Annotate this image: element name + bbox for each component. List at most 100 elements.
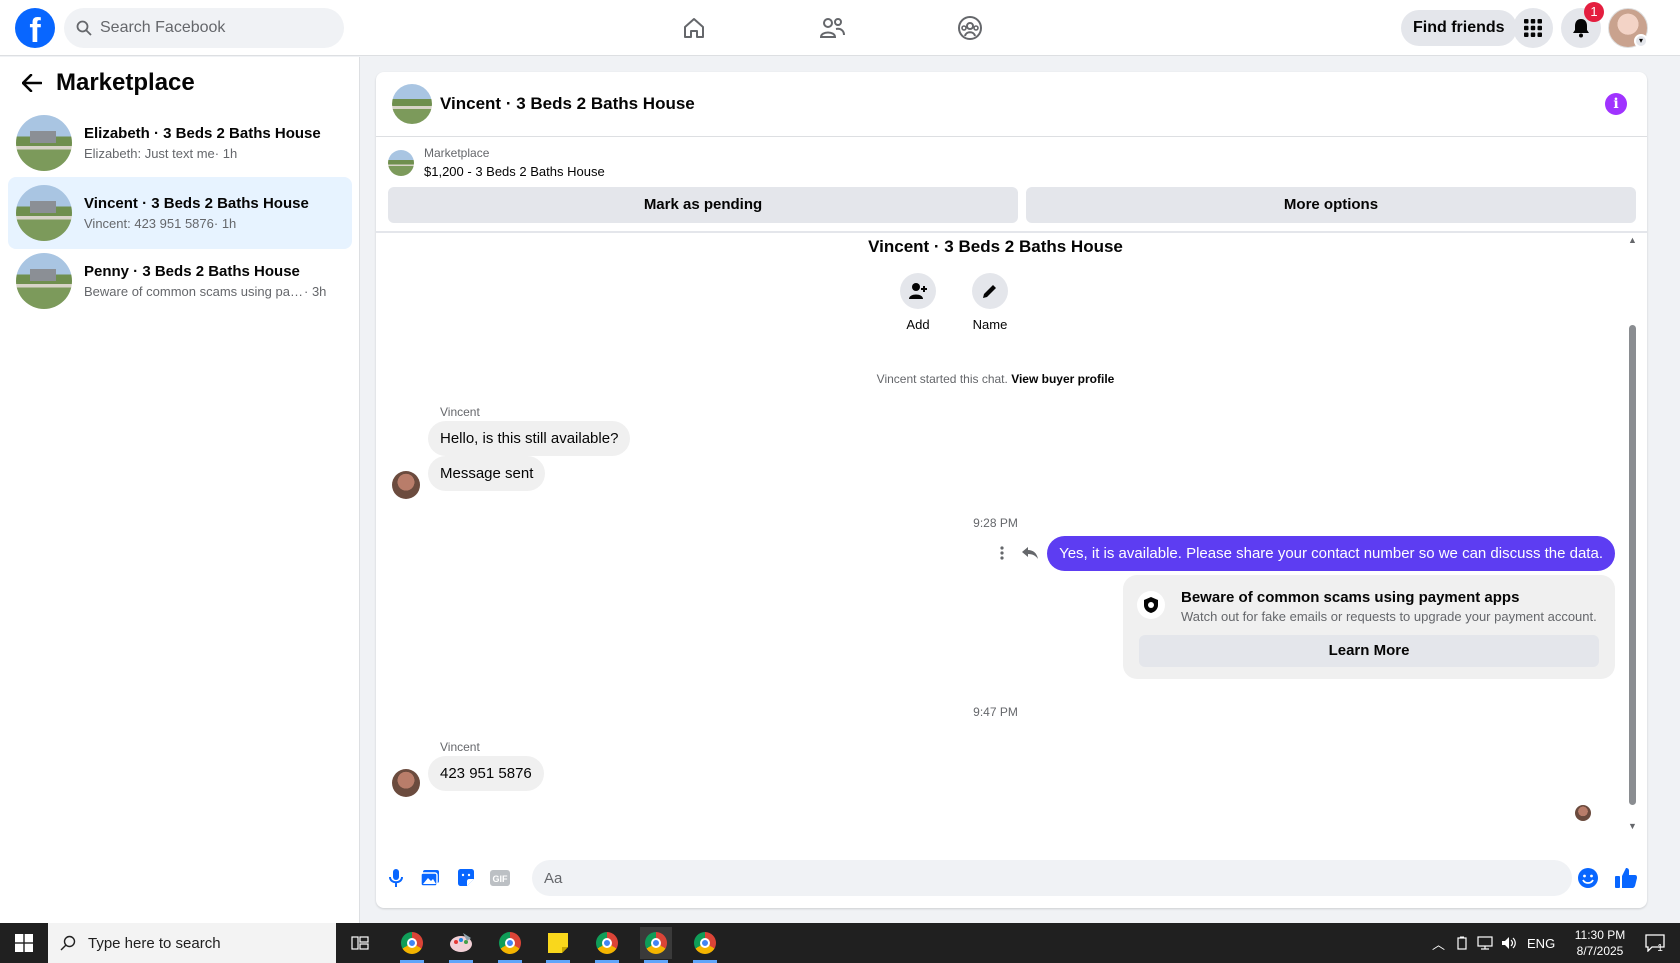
chrome-taskbar-icon[interactable] — [396, 927, 428, 963]
language-indicator[interactable]: ENG — [1527, 936, 1555, 951]
shield-icon — [1137, 591, 1165, 619]
find-friends-button[interactable]: Find friends — [1401, 10, 1517, 46]
back-arrow-icon[interactable] — [20, 71, 44, 95]
info-icon[interactable]: i — [1605, 93, 1627, 115]
conversation-name: Vincent · 3 Beds 2 Baths House — [84, 195, 309, 212]
chrome-taskbar-icon[interactable] — [494, 927, 526, 963]
marketplace-inbox-sidebar: Marketplace Elizabeth · 3 Beds 2 Baths H… — [0, 57, 360, 923]
sidebar-title: Marketplace — [56, 69, 195, 96]
clock-time: 11:30 PM — [1574, 928, 1626, 942]
gif-icon[interactable]: GIF — [486, 864, 514, 892]
emoji-icon[interactable] — [1574, 864, 1602, 892]
more-vertical-icon[interactable] — [990, 541, 1014, 565]
top-navigation-bar: f Find friends 1 ▾ — [0, 0, 1680, 56]
home-icon[interactable] — [678, 12, 710, 44]
thread-title: Vincent · 3 Beds 2 Baths House — [868, 237, 1123, 256]
more-options-button[interactable]: More options — [1026, 187, 1636, 223]
scroll-down-arrow-icon[interactable]: ▼ — [1628, 821, 1637, 831]
reply-icon[interactable] — [1018, 541, 1042, 565]
windows-start-icon[interactable] — [0, 923, 48, 963]
scroll-up-arrow-icon[interactable]: ▲ — [1628, 235, 1637, 245]
taskbar-search-text: Type here to search — [88, 934, 221, 952]
chrome-taskbar-icon[interactable] — [591, 927, 623, 963]
paint-taskbar-icon[interactable] — [445, 927, 477, 963]
listing-thumbnail — [388, 149, 414, 176]
scam-warning-title: Beware of common scams using payment app… — [1181, 589, 1520, 606]
action-center-icon[interactable]: 1 — [1636, 923, 1672, 963]
account-chevron-icon[interactable]: ▾ — [1634, 34, 1648, 48]
add-person-button[interactable]: Add — [888, 273, 948, 332]
menu-grid-button[interactable] — [1513, 8, 1553, 48]
conversation-time: · 3h — [304, 284, 327, 299]
received-message[interactable]: 423 951 5876 — [428, 756, 544, 791]
listing-label: Marketplace — [424, 146, 490, 160]
sticky-notes-taskbar-icon[interactable] — [542, 927, 574, 963]
vincent-avatar[interactable] — [392, 471, 420, 499]
received-message[interactable]: Hello, is this still available? — [428, 421, 631, 456]
view-buyer-profile-link[interactable]: View buyer profile — [1011, 372, 1114, 386]
volume-icon[interactable] — [1501, 936, 1517, 950]
search-box[interactable] — [64, 8, 344, 48]
add-label: Add — [906, 317, 930, 332]
grid-icon — [1524, 19, 1542, 37]
vincent-avatar[interactable] — [392, 769, 420, 797]
mark-as-pending-button[interactable]: Mark as pending — [388, 187, 1018, 223]
chat-started-notice: Vincent started this chat. View buyer pr… — [376, 372, 1615, 386]
chrome-taskbar-icon[interactable] — [689, 927, 721, 963]
battery-icon[interactable] — [1455, 936, 1469, 950]
conversation-snippet: Elizabeth: Just text me — [84, 146, 215, 161]
message-input[interactable] — [532, 860, 1572, 896]
learn-more-button[interactable]: Learn More — [1139, 635, 1599, 667]
thumbs-up-icon[interactable] — [1612, 864, 1640, 892]
friends-icon[interactable] — [816, 12, 848, 44]
timestamp: 9:47 PM — [973, 705, 1018, 719]
taskbar-clock[interactable]: 11:30 PM 8/7/2025 — [1570, 927, 1630, 959]
chat-header-thumbnail[interactable] — [392, 84, 432, 124]
search-icon — [60, 935, 76, 951]
sent-message[interactable]: Yes, it is available. Please share your … — [1047, 536, 1615, 571]
listing-summary[interactable]: Marketplace $1,200 - 3 Beds 2 Baths Hous… — [388, 146, 605, 179]
windows-taskbar: Type here to search ︿ ENG 11:30 PM 8/7/2… — [0, 923, 1680, 963]
listing-thumbnail — [16, 185, 72, 241]
chat-panel: Vincent · 3 Beds 2 Baths House i Marketp… — [376, 72, 1647, 908]
sender-name: Vincent — [440, 740, 480, 754]
message-thread: Vincent · 3 Beds 2 Baths House Add Name … — [376, 233, 1647, 833]
facebook-logo[interactable]: f — [15, 8, 55, 48]
chat-header-title[interactable]: Vincent · 3 Beds 2 Baths House — [440, 94, 695, 114]
listing-price: $1,200 - 3 Beds 2 Baths House — [424, 164, 605, 179]
bell-icon — [1573, 19, 1589, 38]
conversation-item-elizabeth[interactable]: Elizabeth · 3 Beds 2 Baths House Elizabe… — [8, 107, 352, 179]
conversation-snippet: Beware of common scams using pay... — [84, 284, 304, 299]
scam-warning-text: Watch out for fake emails or requests to… — [1181, 609, 1597, 624]
name-label: Name — [972, 317, 1008, 332]
action-center-badge: 1 — [1657, 942, 1663, 954]
name-chat-button[interactable]: Name — [960, 273, 1020, 332]
add-person-icon — [909, 283, 927, 299]
svg-text:GIF: GIF — [493, 874, 509, 884]
received-message[interactable]: Message sent — [428, 456, 546, 491]
groups-icon[interactable] — [954, 12, 986, 44]
scroll-thumb[interactable] — [1629, 325, 1636, 805]
search-input[interactable] — [100, 19, 320, 37]
conversation-item-vincent[interactable]: Vincent · 3 Beds 2 Baths House Vincent: … — [8, 177, 352, 249]
message-scrollbar[interactable]: ▲ ▼ — [1627, 233, 1637, 833]
conversation-name: Elizabeth · 3 Beds 2 Baths House — [84, 125, 321, 142]
notification-badge: 1 — [1584, 2, 1604, 22]
sender-name: Vincent — [440, 405, 480, 419]
scam-warning-card: Beware of common scams using payment app… — [1123, 575, 1615, 679]
conversation-item-penny[interactable]: Penny · 3 Beds 2 Baths House Beware of c… — [8, 245, 352, 317]
show-hidden-icons-chevron-icon[interactable]: ︿ — [1432, 934, 1445, 953]
taskbar-search-box[interactable]: Type here to search — [48, 923, 336, 963]
chrome-taskbar-icon-active[interactable] — [640, 927, 672, 963]
photo-icon[interactable] — [416, 864, 444, 892]
system-tray: ︿ ENG — [1432, 923, 1555, 963]
message-composer: GIF — [376, 856, 1647, 900]
conversation-time: · 1h — [213, 216, 237, 231]
sticker-icon[interactable] — [452, 864, 480, 892]
listing-thumbnail — [16, 115, 72, 171]
network-icon[interactable] — [1477, 936, 1493, 950]
started-text: Vincent started this chat. — [876, 372, 1012, 386]
conversation-snippet: Vincent: 423 951 5876 — [84, 216, 214, 231]
task-view-icon[interactable] — [344, 927, 376, 959]
microphone-icon[interactable] — [382, 864, 410, 892]
